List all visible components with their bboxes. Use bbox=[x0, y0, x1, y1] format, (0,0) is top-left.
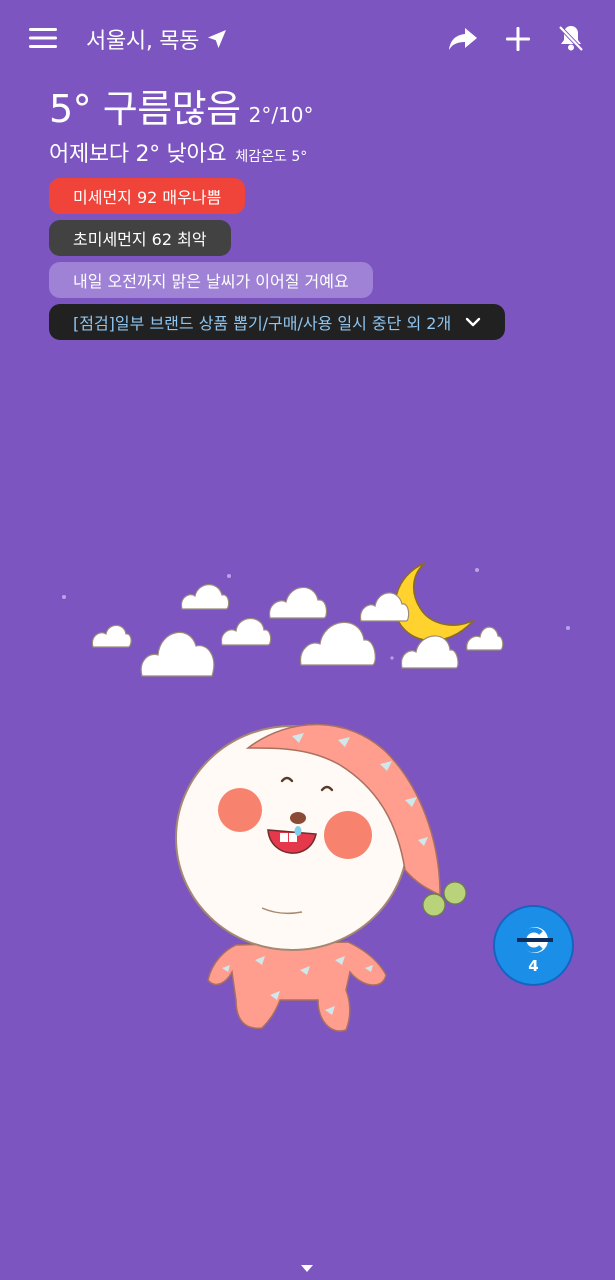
share-icon[interactable] bbox=[441, 17, 485, 61]
yesterday-compare: 어제보다 2° 낮아요 bbox=[49, 142, 227, 167]
fine-dust-label: 미세먼지 92 매우나쁨 bbox=[73, 188, 222, 207]
feels-like: 체감온도 5° bbox=[235, 149, 308, 165]
temperature-compare: 어제보다 2° 낮아요 체감온도 5° bbox=[49, 136, 307, 168]
top-bar: 서울시, 목동 bbox=[0, 0, 615, 78]
forecast-message[interactable]: 내일 오전까지 맑은 날씨가 이어질 거예요 bbox=[49, 262, 373, 298]
chevron-down-icon[interactable] bbox=[465, 317, 481, 327]
notifications-off-icon[interactable] bbox=[549, 16, 593, 60]
location-label: 서울시, 목동 bbox=[86, 29, 200, 54]
expand-down-icon[interactable] bbox=[300, 1258, 314, 1272]
ultrafine-dust-badge[interactable]: 초미세먼지 62 최악 bbox=[49, 220, 231, 256]
character-icon bbox=[175, 723, 467, 1032]
current-temperature: 5° 구름많음 bbox=[49, 87, 241, 131]
location-selector[interactable]: 서울시, 목동 bbox=[86, 22, 227, 56]
moon-icon bbox=[394, 562, 475, 642]
ultrafine-dust-label: 초미세먼지 62 최악 bbox=[73, 230, 207, 249]
location-arrow-icon bbox=[207, 29, 227, 49]
add-icon[interactable] bbox=[496, 17, 540, 61]
menu-icon[interactable] bbox=[21, 16, 65, 60]
forecast-label: 내일 오전까지 맑은 날씨가 이어질 거예요 bbox=[73, 272, 349, 291]
coupon-icon bbox=[517, 925, 553, 955]
coupon-badge[interactable]: 4 bbox=[493, 905, 574, 986]
min-max-temperature: 2°/10° bbox=[248, 103, 314, 127]
coupon-count: 4 bbox=[528, 957, 539, 975]
notice-banner[interactable]: [점검]일부 브랜드 상품 뽑기/구매/사용 일시 중단 외 2개 bbox=[49, 304, 506, 340]
current-weather: 5° 구름많음 2°/10° bbox=[49, 78, 314, 133]
notice-label: [점검]일부 브랜드 상품 뽑기/구매/사용 일시 중단 외 2개 bbox=[73, 314, 452, 333]
fine-dust-badge[interactable]: 미세먼지 92 매우나쁨 bbox=[49, 178, 246, 214]
